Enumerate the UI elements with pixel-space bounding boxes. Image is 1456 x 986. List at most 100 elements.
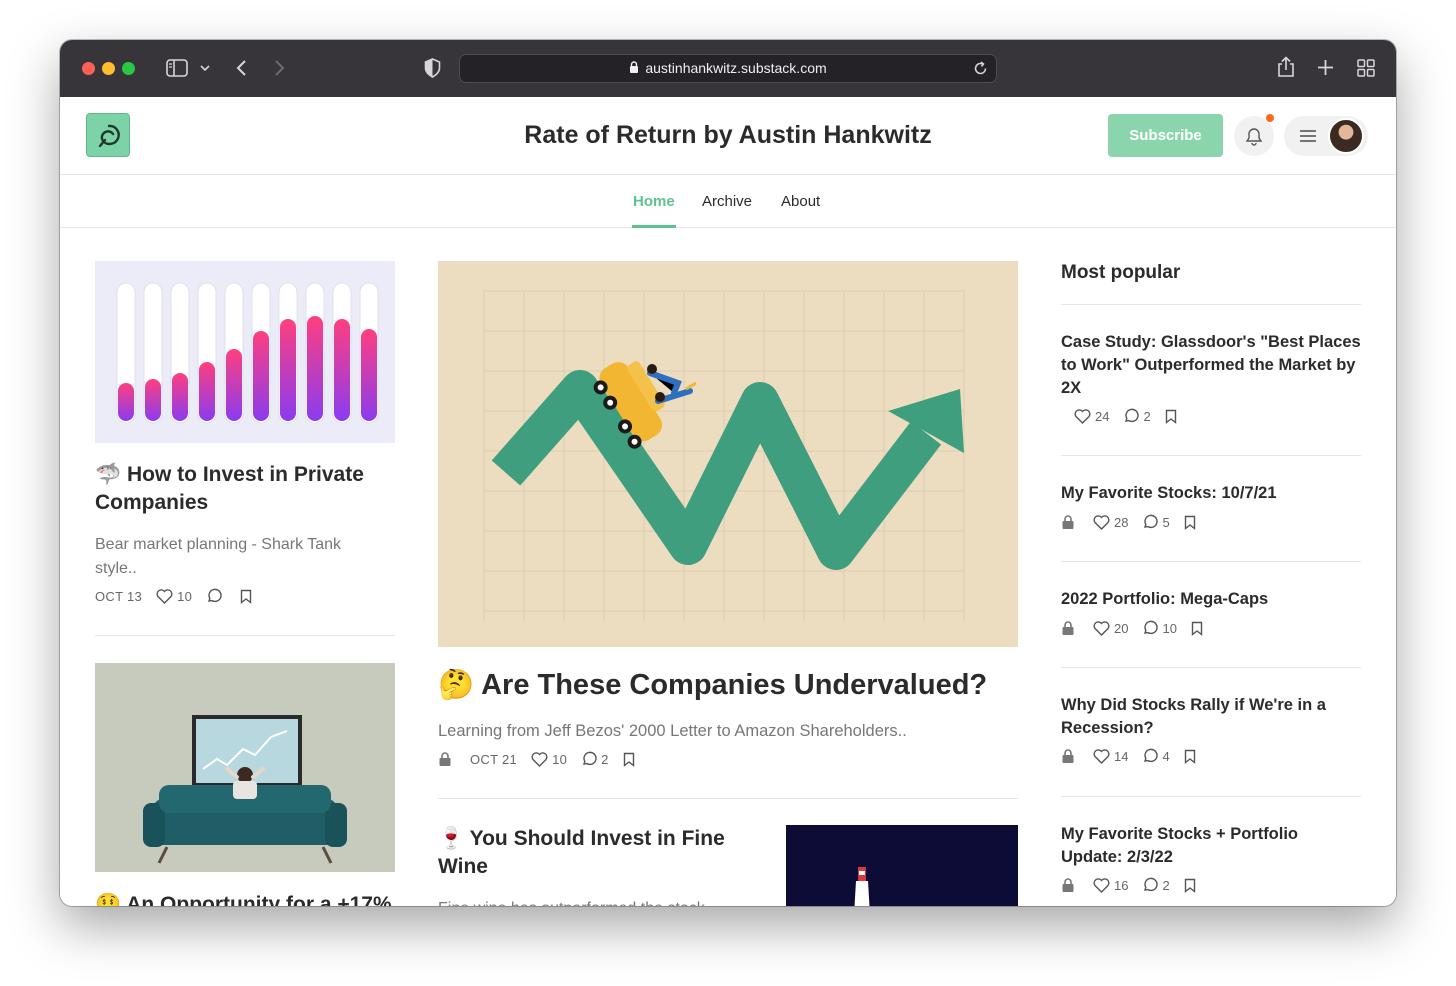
bookmark-button[interactable] bbox=[1165, 409, 1181, 424]
bookmark-button[interactable] bbox=[240, 589, 256, 604]
lock-icon bbox=[439, 751, 451, 766]
post-subtitle: Fine wine has outperformed the stock bbox=[438, 897, 748, 906]
lock-icon bbox=[1062, 514, 1074, 529]
comment-icon bbox=[1144, 877, 1159, 892]
bookmark-button[interactable] bbox=[623, 752, 639, 767]
bookmark-icon bbox=[1184, 878, 1195, 893]
close-window-button[interactable] bbox=[82, 62, 95, 75]
lock-icon bbox=[1062, 877, 1074, 892]
popular-post-meta: 28 5 bbox=[1061, 514, 1214, 530]
popular-post-title[interactable]: 2022 Portfolio: Mega-Caps bbox=[1061, 588, 1361, 611]
divider bbox=[95, 635, 395, 636]
paywall-lock bbox=[1061, 748, 1079, 764]
post-thumbnail-wine[interactable] bbox=[786, 825, 1018, 906]
chevron-down-icon[interactable] bbox=[200, 64, 210, 72]
bookmark-icon bbox=[1191, 621, 1203, 636]
paywall-lock bbox=[1061, 514, 1079, 530]
featured-post-subtitle: Learning from Jeff Bezos' 2000 Letter to… bbox=[438, 722, 907, 740]
nav-home[interactable]: Home bbox=[633, 193, 675, 210]
comment-icon bbox=[1144, 748, 1159, 763]
divider bbox=[438, 798, 1018, 799]
bookmark-icon bbox=[1184, 749, 1195, 764]
notifications-button[interactable] bbox=[1234, 116, 1274, 156]
active-tab-indicator bbox=[632, 225, 676, 228]
address-bar[interactable]: austinhankwitz.substack.com bbox=[459, 54, 997, 83]
main-content: 🦈 How to Invest in Private Companies Bea… bbox=[60, 229, 1396, 906]
notification-badge bbox=[1266, 114, 1274, 122]
couch-tv-illustration bbox=[143, 715, 347, 864]
bookmark-button[interactable] bbox=[1184, 749, 1200, 764]
like-button[interactable]: 20 bbox=[1093, 621, 1128, 636]
divider bbox=[1061, 304, 1361, 305]
comment-button[interactable] bbox=[206, 588, 226, 604]
like-button[interactable]: 28 bbox=[1093, 515, 1128, 530]
comment-icon bbox=[583, 751, 597, 766]
featured-thumbnail[interactable] bbox=[438, 261, 1018, 647]
sidebar-toggle-icon[interactable] bbox=[166, 59, 188, 77]
share-icon[interactable] bbox=[1277, 56, 1295, 78]
comment-button[interactable]: 2 bbox=[581, 751, 609, 767]
comment-button[interactable]: 4 bbox=[1142, 748, 1170, 764]
featured-post-meta: OCT 21 10 2 bbox=[438, 751, 653, 767]
featured-post-title[interactable]: 🤔 Are These Companies Undervalued? bbox=[438, 665, 1028, 705]
avatar[interactable] bbox=[1328, 118, 1364, 154]
paywall-lock bbox=[1061, 877, 1079, 893]
popular-post-title[interactable]: Case Study: Glassdoor's "Best Places to … bbox=[1061, 331, 1361, 400]
minimize-window-button[interactable] bbox=[102, 62, 115, 75]
browser-toolbar: austinhankwitz.substack.com bbox=[60, 40, 1396, 97]
heart-icon bbox=[531, 751, 548, 767]
post-thumbnail-bars[interactable] bbox=[95, 261, 395, 443]
bookmark-icon bbox=[623, 752, 634, 767]
nav-about[interactable]: About bbox=[781, 193, 820, 210]
comment-button[interactable]: 5 bbox=[1142, 514, 1170, 530]
heart-icon bbox=[156, 588, 173, 604]
post-title-private-companies[interactable]: 🦈 How to Invest in Private Companies bbox=[95, 461, 395, 517]
bookmark-button[interactable] bbox=[1191, 621, 1207, 636]
like-button[interactable]: 10 bbox=[531, 752, 567, 767]
new-tab-icon[interactable] bbox=[1317, 59, 1334, 76]
forward-icon[interactable] bbox=[274, 59, 286, 77]
post-thumbnail-couch[interactable] bbox=[95, 663, 395, 872]
popular-post-title[interactable]: My Favorite Stocks + Portfolio Update: 2… bbox=[1061, 823, 1361, 869]
lock-icon bbox=[1062, 748, 1074, 763]
bookmark-icon bbox=[1184, 515, 1195, 530]
tab-overview-icon[interactable] bbox=[1357, 59, 1375, 77]
divider bbox=[1061, 561, 1361, 562]
divider bbox=[1061, 796, 1361, 797]
divider bbox=[1061, 667, 1361, 668]
nav-archive[interactable]: Archive bbox=[702, 193, 752, 210]
popular-post-meta: 20 10 bbox=[1061, 620, 1221, 636]
divider bbox=[1061, 455, 1361, 456]
bookmark-icon bbox=[240, 589, 252, 604]
menu-icon bbox=[1300, 130, 1316, 142]
heart-icon bbox=[1093, 514, 1110, 530]
comment-button[interactable]: 10 bbox=[1142, 620, 1177, 636]
lock-icon bbox=[630, 61, 639, 73]
reload-icon[interactable] bbox=[973, 61, 988, 76]
post-title-opportunity[interactable]: 🤑 An Opportunity for a +17% bbox=[95, 891, 415, 906]
post-date: OCT 21 bbox=[470, 751, 518, 767]
like-button[interactable]: 24 bbox=[1074, 409, 1109, 424]
privacy-shield-icon[interactable] bbox=[424, 58, 441, 78]
popular-post-meta: 16 2 bbox=[1061, 877, 1214, 893]
bar-chart-illustration bbox=[116, 282, 379, 424]
like-button[interactable]: 14 bbox=[1093, 749, 1128, 764]
back-icon[interactable] bbox=[235, 59, 247, 77]
like-button[interactable]: 10 bbox=[156, 589, 192, 604]
comment-button[interactable]: 2 bbox=[1123, 408, 1151, 424]
bookmark-button[interactable] bbox=[1184, 878, 1200, 893]
popular-post-title[interactable]: My Favorite Stocks: 10/7/21 bbox=[1061, 482, 1361, 505]
comment-icon bbox=[1144, 620, 1159, 635]
bell-icon bbox=[1245, 128, 1263, 146]
zoom-window-button[interactable] bbox=[122, 62, 135, 75]
post-title-fine-wine[interactable]: 🍷 You Should Invest in Fine Wine bbox=[438, 825, 748, 881]
popular-post-title[interactable]: Why Did Stocks Rally if We're in a Reces… bbox=[1061, 694, 1361, 740]
wine-bottle-illustration bbox=[854, 867, 870, 906]
like-button[interactable]: 16 bbox=[1093, 878, 1128, 893]
comment-button[interactable]: 2 bbox=[1142, 877, 1170, 893]
subscribe-button[interactable]: Subscribe bbox=[1108, 114, 1223, 157]
bookmark-button[interactable] bbox=[1184, 515, 1200, 530]
lock-icon bbox=[1062, 620, 1074, 635]
comment-icon bbox=[1125, 408, 1140, 423]
heart-icon bbox=[1074, 408, 1091, 424]
